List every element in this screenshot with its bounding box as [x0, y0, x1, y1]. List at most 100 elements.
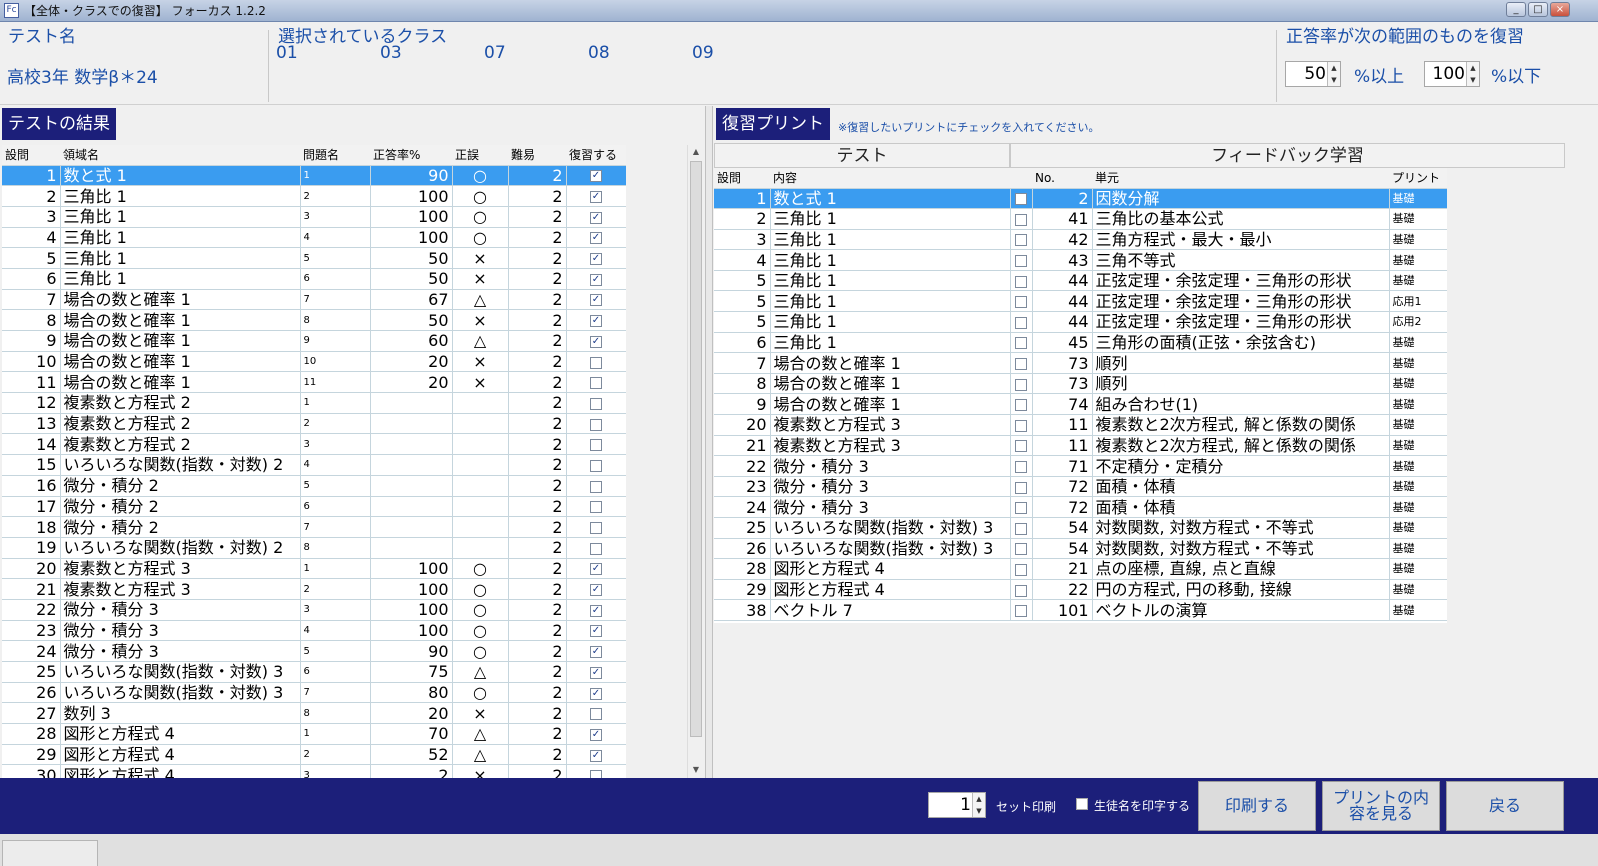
review-checkbox[interactable]: ✓: [590, 170, 602, 183]
table-row[interactable]: 14 複素数と方程式 23 2: [2, 433, 626, 456]
column-header[interactable]: 難易: [508, 145, 566, 166]
review-cell[interactable]: ✓: [566, 185, 626, 207]
print-select-cell[interactable]: [1010, 393, 1033, 416]
review-cell[interactable]: [566, 371, 626, 394]
print-checkbox[interactable]: [1015, 337, 1027, 350]
table-row[interactable]: 7 場合の数と確率 1 7 67 △ 2 ✓: [2, 289, 626, 311]
table-row[interactable]: 24 微分・積分 3 72 面積・体積 基礎: [714, 496, 1447, 518]
review-checkbox[interactable]: ✓: [590, 584, 602, 597]
review-checkbox[interactable]: ✓: [590, 687, 602, 700]
print-checkbox[interactable]: [1015, 378, 1027, 391]
table-row[interactable]: 12 複素数と方程式 212: [2, 392, 626, 414]
column-header[interactable]: 領域名: [60, 145, 300, 166]
print-names-checkbox[interactable]: [1076, 798, 1088, 810]
review-cell[interactable]: [566, 475, 626, 497]
panel-splitter[interactable]: [705, 106, 713, 778]
table-row[interactable]: 7 場合の数と確率 1 73 順列 基礎: [714, 352, 1447, 374]
review-checkbox[interactable]: ✓: [590, 294, 602, 307]
table-row[interactable]: 17 微分・積分 26 2: [2, 496, 626, 518]
review-cell[interactable]: ✓: [566, 309, 626, 331]
review-cell[interactable]: [566, 496, 626, 518]
table-row[interactable]: 3 三角比 1 42 三角方程式・最大・最小 基礎: [714, 229, 1447, 251]
print-select-cell[interactable]: [1010, 249, 1033, 271]
review-cell[interactable]: [566, 413, 626, 435]
review-cell[interactable]: ✓: [566, 723, 626, 745]
table-row[interactable]: 11 場合の数と確率 1 11 20 × 2: [2, 371, 626, 394]
column-header[interactable]: 問題名: [300, 145, 370, 166]
print-checkbox[interactable]: [1015, 316, 1027, 329]
table-row[interactable]: 25 いろいろな関数(指数・対数) 3 54 対数関数, 対数方程式・不等式 基礎: [714, 517, 1447, 539]
print-select-cell[interactable]: [1010, 496, 1033, 518]
column-header[interactable]: 復習する: [566, 145, 626, 166]
column-header[interactable]: 単元: [1092, 168, 1389, 189]
table-row[interactable]: 4 三角比 1 4 100 ○ 2 ✓: [2, 227, 626, 249]
print-checkbox[interactable]: [1015, 193, 1027, 206]
review-cell[interactable]: ✓: [566, 599, 626, 621]
minimize-button[interactable]: _: [1506, 2, 1526, 17]
table-row[interactable]: 2 三角比 1 41 三角比の基本公式 基礎: [714, 208, 1447, 230]
review-checkbox[interactable]: ✓: [590, 253, 602, 266]
table-row[interactable]: 20 複素数と方程式 3 11 複素数と2次方程式, 解と係数の関係 基礎: [714, 414, 1447, 436]
review-checkbox[interactable]: [590, 459, 602, 472]
review-cell[interactable]: [566, 433, 626, 456]
results-scrollbar[interactable]: ▲ ▼: [687, 145, 704, 779]
review-cell[interactable]: ✓: [566, 227, 626, 249]
print-select-cell[interactable]: [1010, 270, 1033, 292]
scroll-down-icon[interactable]: ▼: [688, 765, 704, 774]
table-row[interactable]: 23 微分・積分 3 72 面積・体積 基礎: [714, 476, 1447, 498]
print-checkbox[interactable]: [1015, 584, 1027, 597]
table-row[interactable]: 22 微分・積分 3 71 不定積分・定積分 基礎: [714, 455, 1447, 477]
column-header[interactable]: 正誤: [452, 145, 508, 166]
close-button[interactable]: ×: [1550, 2, 1570, 17]
print-checkbox[interactable]: [1015, 399, 1027, 412]
print-select-cell[interactable]: [1010, 599, 1033, 621]
table-row[interactable]: 26 いろいろな関数(指数・対数) 3 54 対数関数, 対数方程式・不等式 基礎: [714, 538, 1447, 560]
review-checkbox[interactable]: [590, 377, 602, 390]
spin-arrows-icon[interactable]: ▲ ▼: [1327, 62, 1340, 86]
print-checkbox[interactable]: [1015, 481, 1027, 494]
print-select-cell[interactable]: [1010, 517, 1033, 539]
review-cell[interactable]: ✓: [566, 330, 626, 352]
table-row[interactable]: 5 三角比 1 44 正弦定理・余弦定理・三角形の形状 基礎: [714, 270, 1447, 292]
review-checkbox[interactable]: [590, 439, 602, 452]
print-checkbox[interactable]: [1015, 461, 1027, 474]
print-button[interactable]: 印刷する: [1198, 781, 1316, 831]
table-row[interactable]: 6 三角比 1 45 三角形の面積(正弦・余弦含む) 基礎: [714, 332, 1447, 354]
print-checkbox[interactable]: [1015, 275, 1027, 288]
table-row[interactable]: 13 複素数と方程式 222: [2, 413, 626, 435]
column-header[interactable]: 正答率%: [370, 145, 452, 166]
table-row[interactable]: 16 微分・積分 25 2: [2, 475, 626, 497]
column-header[interactable]: No.: [1032, 168, 1092, 189]
table-row[interactable]: 9 場合の数と確率 1 74 組み合わせ(1) 基礎: [714, 393, 1447, 416]
table-row[interactable]: 8 場合の数と確率 1 73 順列 基礎: [714, 373, 1447, 395]
table-row[interactable]: 30 図形と方程式 4 3 2 × 2: [2, 764, 626, 779]
table-row[interactable]: 3 三角比 1 3 100 ○ 2 ✓: [2, 206, 626, 228]
column-header[interactable]: 内容: [770, 168, 1010, 189]
table-row[interactable]: 26 いろいろな関数(指数・対数) 3 7 80 ○ 2 ✓: [2, 682, 626, 704]
table-row[interactable]: 28 図形と方程式 4 21 点の座標, 直線, 点と直線 基礎: [714, 558, 1447, 580]
review-cell[interactable]: [566, 351, 626, 373]
review-cell[interactable]: ✓: [566, 558, 626, 580]
review-checkbox[interactable]: [590, 708, 602, 721]
review-checkbox[interactable]: ✓: [590, 335, 602, 348]
review-cell[interactable]: [566, 392, 626, 414]
column-header[interactable]: 設問: [714, 168, 770, 189]
review-cell[interactable]: [566, 516, 626, 538]
print-checkbox[interactable]: [1015, 255, 1027, 268]
spin-arrows-icon[interactable]: ▲ ▼: [1466, 62, 1479, 86]
table-row[interactable]: 23 微分・積分 3 4 100 ○ 2 ✓: [2, 620, 626, 642]
table-row[interactable]: 24 微分・積分 3 5 90 ○ 2 ✓: [2, 640, 626, 662]
review-checkbox[interactable]: [590, 397, 602, 410]
review-cell[interactable]: ✓: [566, 268, 626, 290]
table-row[interactable]: 21 複素数と方程式 3 2 100 ○ 2 ✓: [2, 578, 626, 600]
scroll-up-icon[interactable]: ▲: [688, 147, 704, 156]
review-checkbox[interactable]: ✓: [590, 666, 602, 679]
column-header[interactable]: [1010, 168, 1032, 189]
range-min-spinner[interactable]: 50 ▲ ▼: [1285, 61, 1341, 87]
table-row[interactable]: 27 数列 3 8 20 × 2: [2, 702, 626, 725]
review-checkbox[interactable]: [590, 501, 602, 514]
table-row[interactable]: 20 複素数と方程式 3 1 100 ○ 2 ✓: [2, 558, 626, 580]
table-row[interactable]: 8 場合の数と確率 1 8 50 × 2 ✓: [2, 309, 626, 331]
review-cell[interactable]: [566, 454, 626, 476]
range-max-spinner[interactable]: 100 ▲ ▼: [1424, 61, 1480, 87]
